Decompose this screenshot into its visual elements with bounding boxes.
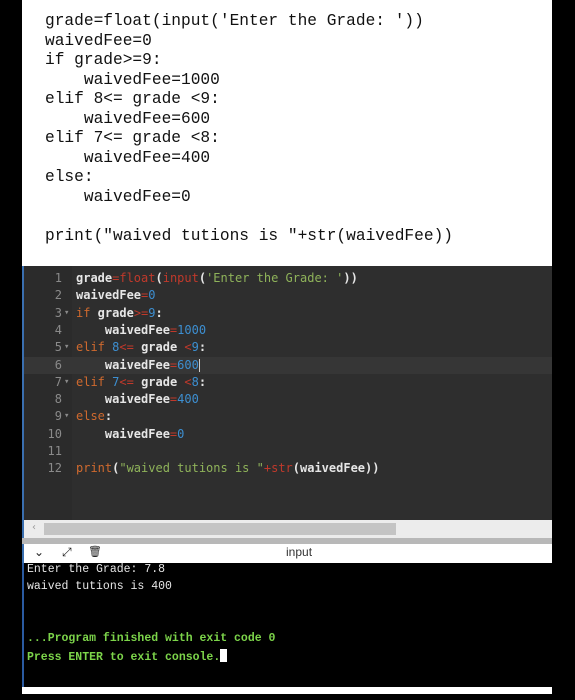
line-number: 8 xyxy=(54,392,62,407)
editor-line[interactable]: 4 waivedFee=1000 xyxy=(24,322,552,339)
console-toolbar: ⌄ ⤢ 🗑 input xyxy=(22,544,552,563)
line-number: 6 xyxy=(54,357,62,372)
code-text: waivedFee=1000 xyxy=(76,322,207,337)
collapse-chevron-icon[interactable]: ⌄ xyxy=(34,545,44,559)
fold-toggle-icon[interactable]: ▾ xyxy=(64,408,69,425)
snippet-line: else: xyxy=(45,168,94,186)
text-cursor xyxy=(198,358,200,372)
code-text: elif 7<= grade <8: xyxy=(76,374,207,389)
press-enter-message: Press ENTER to exit console. xyxy=(27,649,228,664)
snippet-line: grade=float(input('Enter the Grade: ')) xyxy=(45,12,424,30)
console-line: waived tutions is 400 xyxy=(27,580,172,593)
code-text: waivedFee=600 xyxy=(76,357,200,372)
code-text: if grade>=9: xyxy=(76,305,163,320)
fold-toggle-icon[interactable]: ▾ xyxy=(64,305,69,322)
code-text: grade=float(input('Enter the Grade: ')) xyxy=(76,271,358,285)
snippet-line: waivedFee=400 xyxy=(45,148,211,167)
editor-line[interactable]: 1 grade=float(input('Enter the Grade: ')) xyxy=(24,270,552,287)
editor-line[interactable]: 2 waivedFee=0 xyxy=(24,287,552,304)
line-number: 2 xyxy=(54,288,62,303)
editor-line[interactable]: 8 waivedFee=400 xyxy=(24,391,552,408)
line-number: 1 xyxy=(54,271,62,285)
scroll-left-icon[interactable]: ‹ xyxy=(32,522,36,533)
snippet-line: waivedFee=600 xyxy=(45,109,211,128)
snippet-line: elif 7<= grade <8: xyxy=(45,129,220,147)
fold-toggle-icon[interactable]: ▾ xyxy=(64,374,69,391)
editor-line[interactable]: 12 print("waived tutions is "+str(waivedF… xyxy=(24,460,552,477)
snippet-line: waivedFee=1000 xyxy=(45,70,220,89)
editor-line[interactable]: 6 waivedFee=600 xyxy=(24,356,552,374)
code-text: elif 8<= grade <9: xyxy=(76,340,207,355)
line-number: 7 xyxy=(54,374,62,389)
code-text: else: xyxy=(76,409,113,424)
snippet-line: if grade>=9: xyxy=(45,51,162,69)
code-snippet-text: grade=float(input('Enter the Grade: ')) … xyxy=(45,12,453,246)
horizontal-scrollbar[interactable]: ‹ xyxy=(22,520,552,538)
line-number: 3 xyxy=(54,305,62,320)
press-enter-text: Press ENTER to exit console. xyxy=(27,651,221,664)
exit-message: ...Program finished with exit code 0 xyxy=(27,632,276,645)
snippet-line: elif 8<= grade <9: xyxy=(45,90,220,108)
scrollbar-thumb[interactable] xyxy=(44,523,396,535)
console-line: Enter the Grade: 7.8 xyxy=(27,563,166,576)
fold-toggle-icon[interactable]: ▾ xyxy=(64,339,69,356)
editor-line[interactable]: 3 ▾ if grade>=9: xyxy=(24,305,552,322)
code-text: waivedFee=400 xyxy=(76,392,199,407)
expand-icon[interactable]: ⤢ xyxy=(62,545,72,560)
snippet-line: waivedFee=0 xyxy=(45,187,191,206)
line-number: 4 xyxy=(54,322,62,337)
clear-console-icon[interactable]: 🗑 xyxy=(88,545,102,558)
snippet-line: waivedFee=0 xyxy=(45,31,152,50)
line-number: 9 xyxy=(54,409,62,424)
code-text: waivedFee=0 xyxy=(76,426,185,441)
line-number: 5 xyxy=(54,340,62,355)
editor-line[interactable]: 5 ▾ elif 8<= grade <9: xyxy=(24,339,552,356)
editor-line[interactable]: 10 waivedFee=0 xyxy=(24,426,552,443)
editor-line[interactable]: 9 ▾ else: xyxy=(24,408,552,425)
editor-line[interactable]: 11 xyxy=(24,443,552,460)
line-number: 11 xyxy=(47,444,62,458)
code-editor[interactable]: 1 grade=float(input('Enter the Grade: '))… xyxy=(22,266,552,520)
terminal-cursor xyxy=(220,649,228,662)
console-title: input xyxy=(286,545,313,559)
code-snippet-card: grade=float(input('Enter the Grade: ')) … xyxy=(22,0,552,266)
code-text: waivedFee=0 xyxy=(76,288,156,303)
console-output[interactable]: Enter the Grade: 7.8 waived tutions is 4… xyxy=(22,563,552,687)
code-text: print("waived tutions is "+str(waivedFee… xyxy=(76,461,380,476)
snippet-line: print("waived tutions is "+str(waivedFee… xyxy=(45,226,453,245)
line-number: 12 xyxy=(47,461,62,476)
editor-line[interactable]: 7 ▾ elif 7<= grade <8: xyxy=(24,374,552,391)
console-input-strip[interactable] xyxy=(22,687,552,694)
line-number: 10 xyxy=(47,426,62,441)
